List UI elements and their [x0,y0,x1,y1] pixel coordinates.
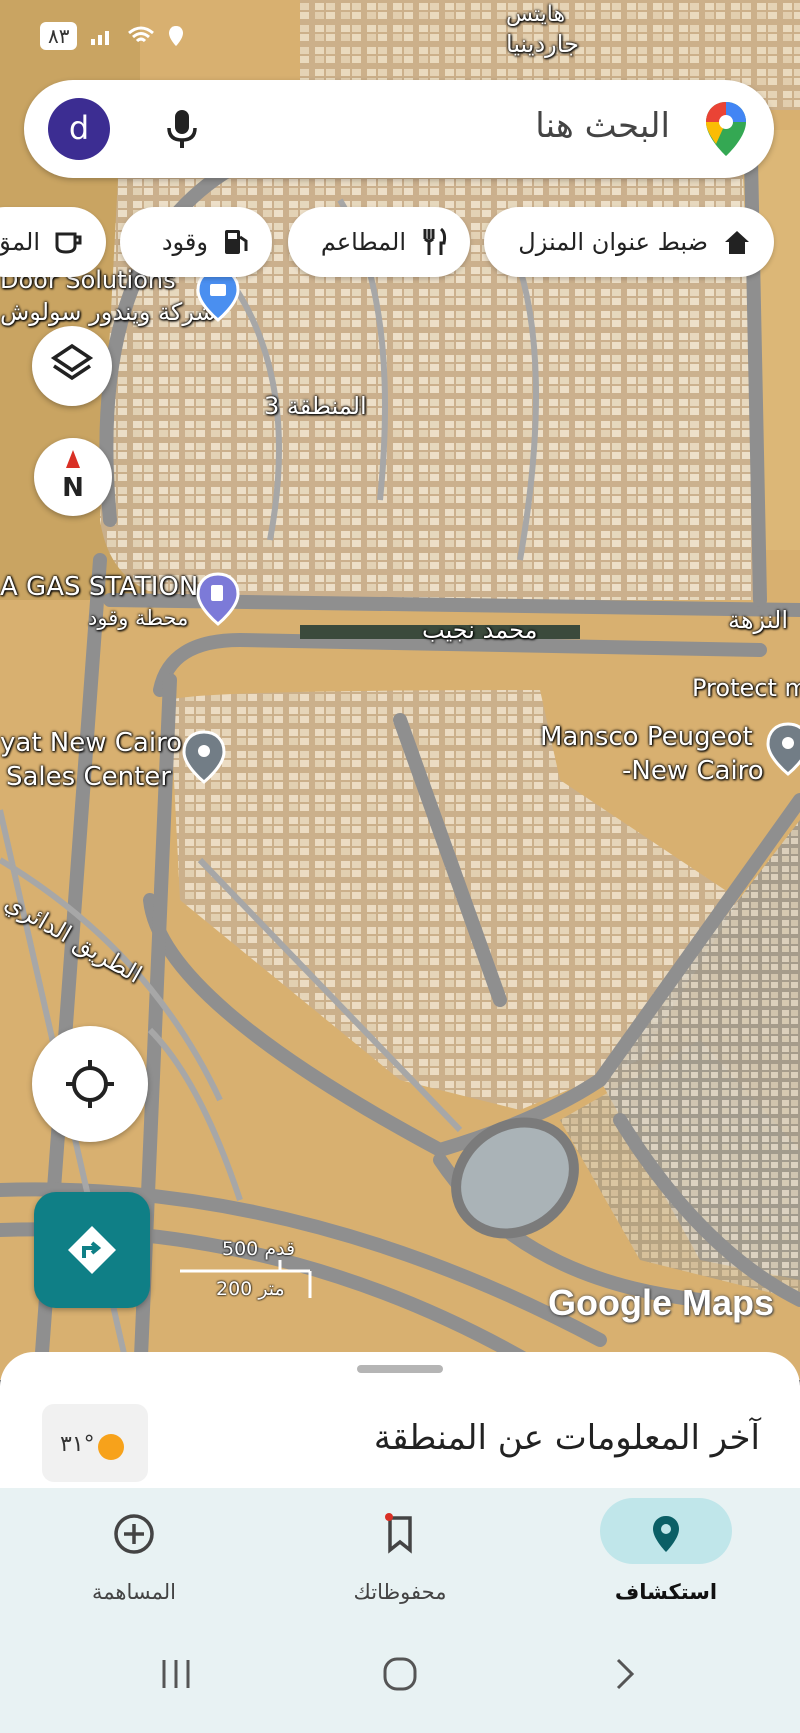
label-zone-3: المنطقة 3 [264,392,367,420]
place-pin-icon[interactable] [182,730,226,784]
explore-sheet[interactable]: ٣١° آخر المعلومات عن المنطقة [0,1352,800,1492]
compass-icon: N [62,450,84,503]
label-street-nozha: النزهة [728,606,788,634]
label-mansco-peugeot-2[interactable]: -New Cairo [622,756,764,786]
chip-label: ضبط عنوان المنزل [518,228,708,256]
add-circle-icon [114,1514,154,1554]
wifi-icon [128,26,155,43]
bottom-navigation: استكشاف محفوظاتك المساهمة [0,1488,800,1618]
crosshair-icon [66,1060,114,1108]
chip-label: وقود [161,228,208,256]
my-location-button[interactable] [32,1026,148,1142]
sheet-title: آخر المعلومات عن المنطقة [373,1418,760,1458]
nav-label: المساهمة [92,1580,176,1604]
nav-saved[interactable]: محفوظاتك [290,1488,510,1618]
label-mansco-peugeot-1[interactable]: Mansco Peugeot [540,722,753,752]
status-bar: ٨٣ [0,0,800,76]
svg-text:N: N [62,473,84,503]
label-protect[interactable]: Protect m [692,674,800,702]
nav-label: استكشاف [614,1580,718,1604]
directions-icon [68,1226,116,1274]
category-chips: ضبط عنوان المنزل المطاعم وقود المق [0,207,800,277]
chip-gas[interactable]: وقود [120,207,272,277]
label-gas-station-ar[interactable]: محطة وقود [88,606,188,630]
label-windor-company[interactable]: شركة ويندور سولوش [0,298,216,326]
signal-icon [91,31,110,45]
recent-apps-icon[interactable] [158,1656,194,1692]
bookmark-icon [385,1513,412,1554]
explore-pin-icon [653,1516,679,1552]
temperature: ٣١° [60,1432,95,1457]
system-navigation-bar [0,1618,800,1733]
chip-label: المق [0,228,40,256]
place-pin-icon[interactable] [766,722,800,776]
account-avatar[interactable]: d [48,98,110,160]
sun-icon [98,1434,124,1460]
search-input[interactable]: البحث هنا [535,106,670,146]
microphone-icon[interactable] [164,108,200,150]
nav-label: محفوظاتك [353,1580,447,1604]
home-icon [725,231,749,254]
directions-button[interactable] [34,1192,150,1308]
label-gas-station-en[interactable]: A GAS STATION [0,572,198,602]
layers-button[interactable] [32,326,112,406]
layers-icon [50,343,94,381]
label-sales-center-2[interactable]: Sales Center [6,762,171,792]
google-maps-logo: Google Maps [548,1282,775,1323]
weather-chip[interactable]: ٣١° [42,1404,148,1482]
sheet-handle[interactable] [357,1365,443,1373]
scale-bar: 500 قدم 200 متر [180,1238,320,1300]
chip-restaurants[interactable]: المطاعم [288,207,470,277]
chip-cafes[interactable]: المق [0,207,106,277]
search-bar[interactable]: d البحث هنا [24,80,774,178]
coffee-icon [55,232,82,254]
location-status-icon [169,26,184,46]
chip-set-home[interactable]: ضبط عنوان المنزل [484,207,774,277]
nav-explore[interactable]: استكشاف [556,1488,776,1618]
label-sales-center-1[interactable]: yat New Cairo [0,728,182,758]
battery-indicator: ٨٣ [40,22,78,50]
chip-label: المطاعم [320,228,406,256]
compass-button[interactable]: N [34,438,112,516]
label-street-mohamed-naguib: محمد نجيب [422,616,538,644]
restaurant-icon [423,227,447,255]
gas-station-pin-icon[interactable] [196,572,240,626]
google-maps-pin-icon [706,102,746,156]
gas-icon [225,230,248,254]
back-icon[interactable] [606,1656,642,1692]
home-button-icon[interactable] [382,1656,418,1692]
nav-contribute[interactable]: المساهمة [24,1488,244,1618]
